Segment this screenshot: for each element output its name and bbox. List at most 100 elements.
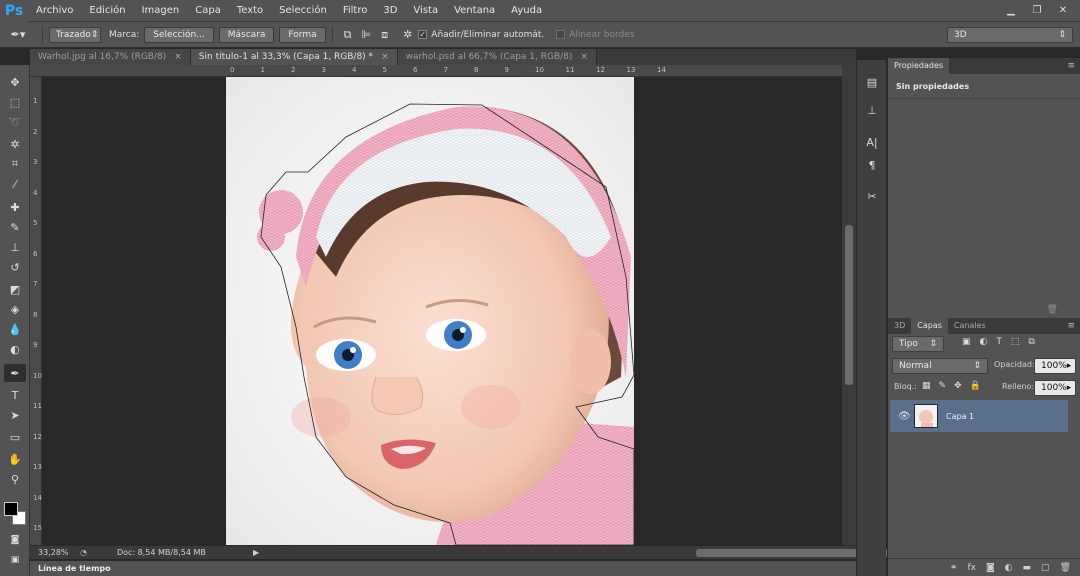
smart-object-filter-icon[interactable]: ⧉ [1028,337,1034,347]
workspace-dropdown[interactable]: 3D ⇕ [947,27,1073,43]
adjustment-filter-icon[interactable]: ◐ [980,337,988,347]
dodge-tool-icon[interactable]: ◐ [4,340,26,358]
menu-capa[interactable]: Capa [187,0,229,22]
visibility-eye-icon[interactable]: 👁 [898,411,911,422]
adjustment-layer-icon[interactable]: ◐ [1005,563,1013,573]
move-tool-icon[interactable]: ✥ [4,73,26,91]
seleccion-button[interactable]: Selección... [144,26,214,43]
menu-seleccion[interactable]: Selección [271,0,335,22]
rectangle-tool-icon[interactable]: ▭ [4,428,26,446]
history-panel-icon[interactable]: ▤ [862,72,882,92]
new-group-icon[interactable]: ▬ [1023,563,1032,573]
brush-tool-icon[interactable]: ✎ [4,218,26,236]
new-layer-icon[interactable]: ▢ [1041,563,1050,573]
mascara-button[interactable]: Máscara [218,26,275,43]
menu-archivo[interactable]: Archivo [28,0,81,22]
type-tool-icon[interactable]: T [4,386,26,404]
quick-mask-icon[interactable]: ◙ [4,531,26,549]
screen-mode-icon[interactable]: ▣ [4,551,26,569]
path-selection-tool-icon[interactable]: ➤ [4,406,26,424]
layer-style-fx-icon[interactable]: fx [967,563,976,573]
fill-input[interactable]: 100% ▸ [1034,380,1076,396]
tab-warhol-psd[interactable]: warhol.psd al 66,7% (Capa 1, RGB/8) × [397,49,597,65]
link-layers-icon[interactable]: ⚭ [950,563,958,573]
tab-capas[interactable]: Capas [911,318,948,334]
zoom-level[interactable]: 33,28% [38,548,72,557]
crop-tool-icon[interactable]: ⌗ [4,155,26,173]
adjustments-panel-icon[interactable]: ⊥ [862,100,882,120]
menu-vista[interactable]: Vista [405,0,446,22]
tools-presets-icon[interactable]: ✂ [862,186,882,206]
layer-filter-dropdown[interactable]: Tipo ⇕ [892,336,944,352]
forma-button[interactable]: Forma [279,26,326,43]
lock-transparency-icon[interactable]: ▦ [922,381,931,391]
layer-row-capa-1[interactable]: 👁 Capa 1 [890,400,1068,432]
trash-icon[interactable]: 🗑 [1047,305,1058,315]
pixel-filter-icon[interactable]: ▣ [962,337,971,347]
menu-filtro[interactable]: Filtro [335,0,376,22]
tab-sin-titulo[interactable]: Sin título-1 al 33,3% (Capa 1, RGB/8) * … [190,49,398,65]
close-icon[interactable]: × [381,49,389,65]
status-info-icon[interactable]: ◔ [80,548,87,557]
path-operations-icon[interactable]: ⧉ [344,28,352,42]
tab-warhol-jpg[interactable]: Warhol.jpg al 16,7% (RGB/8) × [30,49,191,65]
paint-bucket-tool-icon[interactable]: ◈ [4,300,26,318]
align-edges-checkbox[interactable] [556,30,566,39]
document-canvas[interactable] [226,77,634,545]
blur-tool-icon[interactable]: 💧 [4,320,26,338]
panel-menu-icon[interactable]: ≡ [1067,318,1075,334]
lasso-tool-icon[interactable]: ➰ [4,113,26,131]
menu-ventana[interactable]: Ventana [446,0,503,22]
close-icon[interactable]: × [174,49,182,65]
close-icon[interactable]: × [580,49,588,65]
minimize-icon[interactable]: ▁ [1000,2,1022,18]
pen-tool-icon[interactable]: ✒ [4,364,26,382]
maximize-icon[interactable]: ❐ [1026,2,1048,18]
lock-position-icon[interactable]: ✥ [954,381,962,391]
path-arrangement-icon[interactable]: ⧈ [381,28,388,42]
menu-edicion[interactable]: Edición [81,0,133,22]
vertical-scroll-thumb[interactable] [845,225,853,385]
status-menu-arrow-icon[interactable]: ▶ [253,548,259,557]
menu-imagen[interactable]: Imagen [134,0,188,22]
menu-ayuda[interactable]: Ayuda [503,0,550,22]
menu-texto[interactable]: Texto [229,0,271,22]
zoom-tool-icon[interactable]: ⚲ [4,470,26,488]
marquee-tool-icon[interactable]: ⬚ [4,93,26,111]
clone-stamp-tool-icon[interactable]: ⊥ [4,238,26,256]
history-brush-tool-icon[interactable]: ↺ [4,258,26,276]
menu-3d[interactable]: 3D [375,0,405,22]
tab-canales[interactable]: Canales [948,318,992,334]
add-mask-icon[interactable]: ◙ [986,563,995,573]
close-icon[interactable]: ✕ [1052,2,1074,18]
canvas-area[interactable] [42,77,842,545]
blend-mode-dropdown[interactable]: Normal ⇕ [892,358,988,374]
pen-tool-preset-icon[interactable]: ✒▾ [0,28,36,41]
gear-icon[interactable]: ✲ [403,28,412,41]
layer-name[interactable]: Capa 1 [946,412,974,421]
panel-menu-icon[interactable]: ≡ [1067,58,1075,74]
opacity-input[interactable]: 100% ▸ [1034,358,1076,374]
type-filter-icon[interactable]: T [996,337,1002,347]
ruler-top-label: 13 [626,66,636,74]
character-panel-icon[interactable]: A| [862,132,882,152]
paragraph-panel-icon[interactable]: ¶ [862,155,882,175]
foreground-color-swatch-top[interactable] [4,502,18,516]
tab-propiedades[interactable]: Propiedades [888,58,950,74]
hand-tool-icon[interactable]: ✋ [4,450,26,468]
eraser-tool-icon[interactable]: ◩ [4,280,26,298]
horizontal-scrollbar[interactable] [278,546,926,560]
lock-all-icon[interactable]: 🔒 [970,381,981,391]
auto-add-checkbox[interactable]: ✓ [418,30,428,39]
mode-dropdown[interactable]: Trazado ⇕ [49,26,101,43]
timeline-panel-tab[interactable]: Línea de tiempo [30,560,856,576]
tab-3d[interactable]: 3D [888,318,911,334]
magic-wand-tool-icon[interactable]: ✲ [4,135,26,153]
shape-filter-icon[interactable]: ⬚ [1011,337,1020,347]
path-alignment-icon[interactable]: ⊫ [361,28,371,41]
delete-layer-icon[interactable]: 🗑 [1060,563,1071,573]
healing-brush-tool-icon[interactable]: ✚ [4,198,26,216]
eyedropper-tool-icon[interactable]: ⁄ [4,175,26,193]
lock-paint-icon[interactable]: ✎ [939,381,947,391]
vertical-scrollbar[interactable] [842,65,856,545]
